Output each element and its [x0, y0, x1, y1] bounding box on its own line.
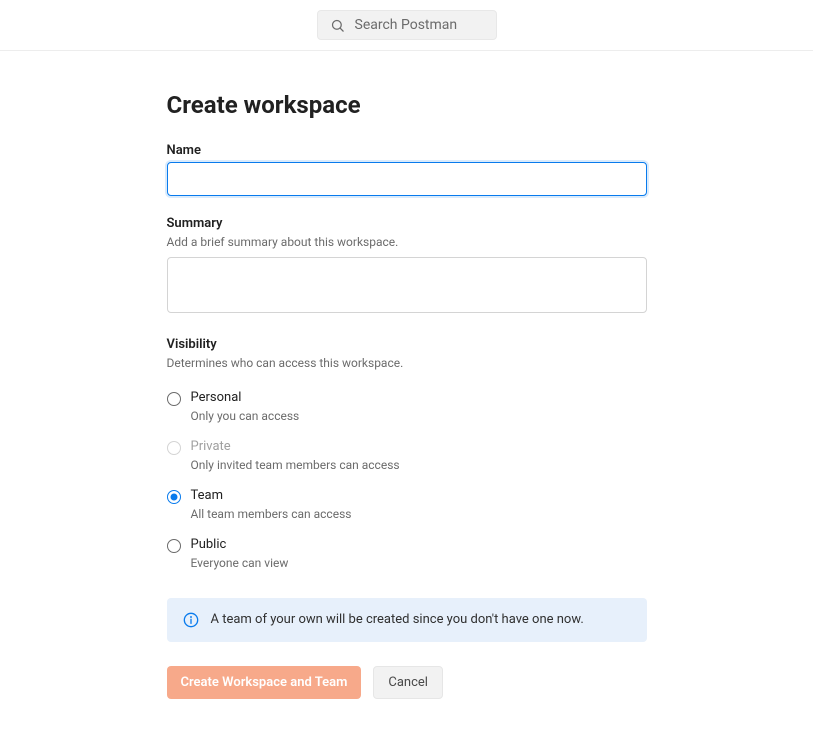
visibility-helper: Determines who can access this workspace…: [167, 356, 647, 370]
radio-desc: All team members can access: [191, 507, 352, 521]
visibility-option-public[interactable]: Public Everyone can view: [167, 529, 647, 578]
create-button[interactable]: Create Workspace and Team: [167, 666, 362, 699]
radio-desc: Only invited team members can access: [191, 458, 400, 472]
radio-icon: [167, 539, 181, 553]
visibility-radio-list: Personal Only you can access Private Onl…: [167, 382, 647, 578]
visibility-label: Visibility: [167, 337, 647, 352]
visibility-field-group: Visibility Determines who can access thi…: [167, 337, 647, 578]
visibility-option-team[interactable]: Team All team members can access: [167, 480, 647, 529]
cancel-button[interactable]: Cancel: [373, 666, 443, 699]
radio-icon: [167, 490, 181, 504]
summary-label: Summary: [167, 216, 647, 231]
button-row: Create Workspace and Team Cancel: [167, 666, 647, 699]
summary-helper: Add a brief summary about this workspace…: [167, 235, 647, 249]
search-icon: [330, 18, 345, 33]
radio-desc: Everyone can view: [191, 556, 289, 570]
radio-title: Public: [191, 537, 289, 554]
radio-content: Public Everyone can view: [191, 537, 289, 570]
visibility-option-personal[interactable]: Personal Only you can access: [167, 382, 647, 431]
search-input[interactable]: Search Postman: [317, 10, 497, 40]
banner-text: A team of your own will be created since…: [211, 612, 584, 627]
app-header: Search Postman: [0, 0, 813, 51]
name-input[interactable]: [167, 162, 647, 196]
radio-content: Personal Only you can access: [191, 390, 300, 423]
summary-field-group: Summary Add a brief summary about this w…: [167, 216, 647, 317]
radio-title: Team: [191, 488, 352, 505]
radio-icon: [167, 392, 181, 406]
name-label: Name: [167, 143, 647, 158]
radio-desc: Only you can access: [191, 409, 300, 423]
visibility-option-private: Private Only invited team members can ac…: [167, 431, 647, 480]
radio-content: Team All team members can access: [191, 488, 352, 521]
search-placeholder: Search Postman: [355, 17, 458, 33]
radio-title: Personal: [191, 390, 300, 407]
summary-input[interactable]: [167, 257, 647, 313]
radio-icon: [167, 441, 181, 455]
name-field-group: Name: [167, 143, 647, 196]
page-title: Create workspace: [167, 91, 647, 119]
main-content: Create workspace Name Summary Add a brie…: [167, 91, 647, 739]
info-icon: [183, 612, 199, 628]
info-banner: A team of your own will be created since…: [167, 598, 647, 642]
radio-title: Private: [191, 439, 400, 456]
radio-content: Private Only invited team members can ac…: [191, 439, 400, 472]
